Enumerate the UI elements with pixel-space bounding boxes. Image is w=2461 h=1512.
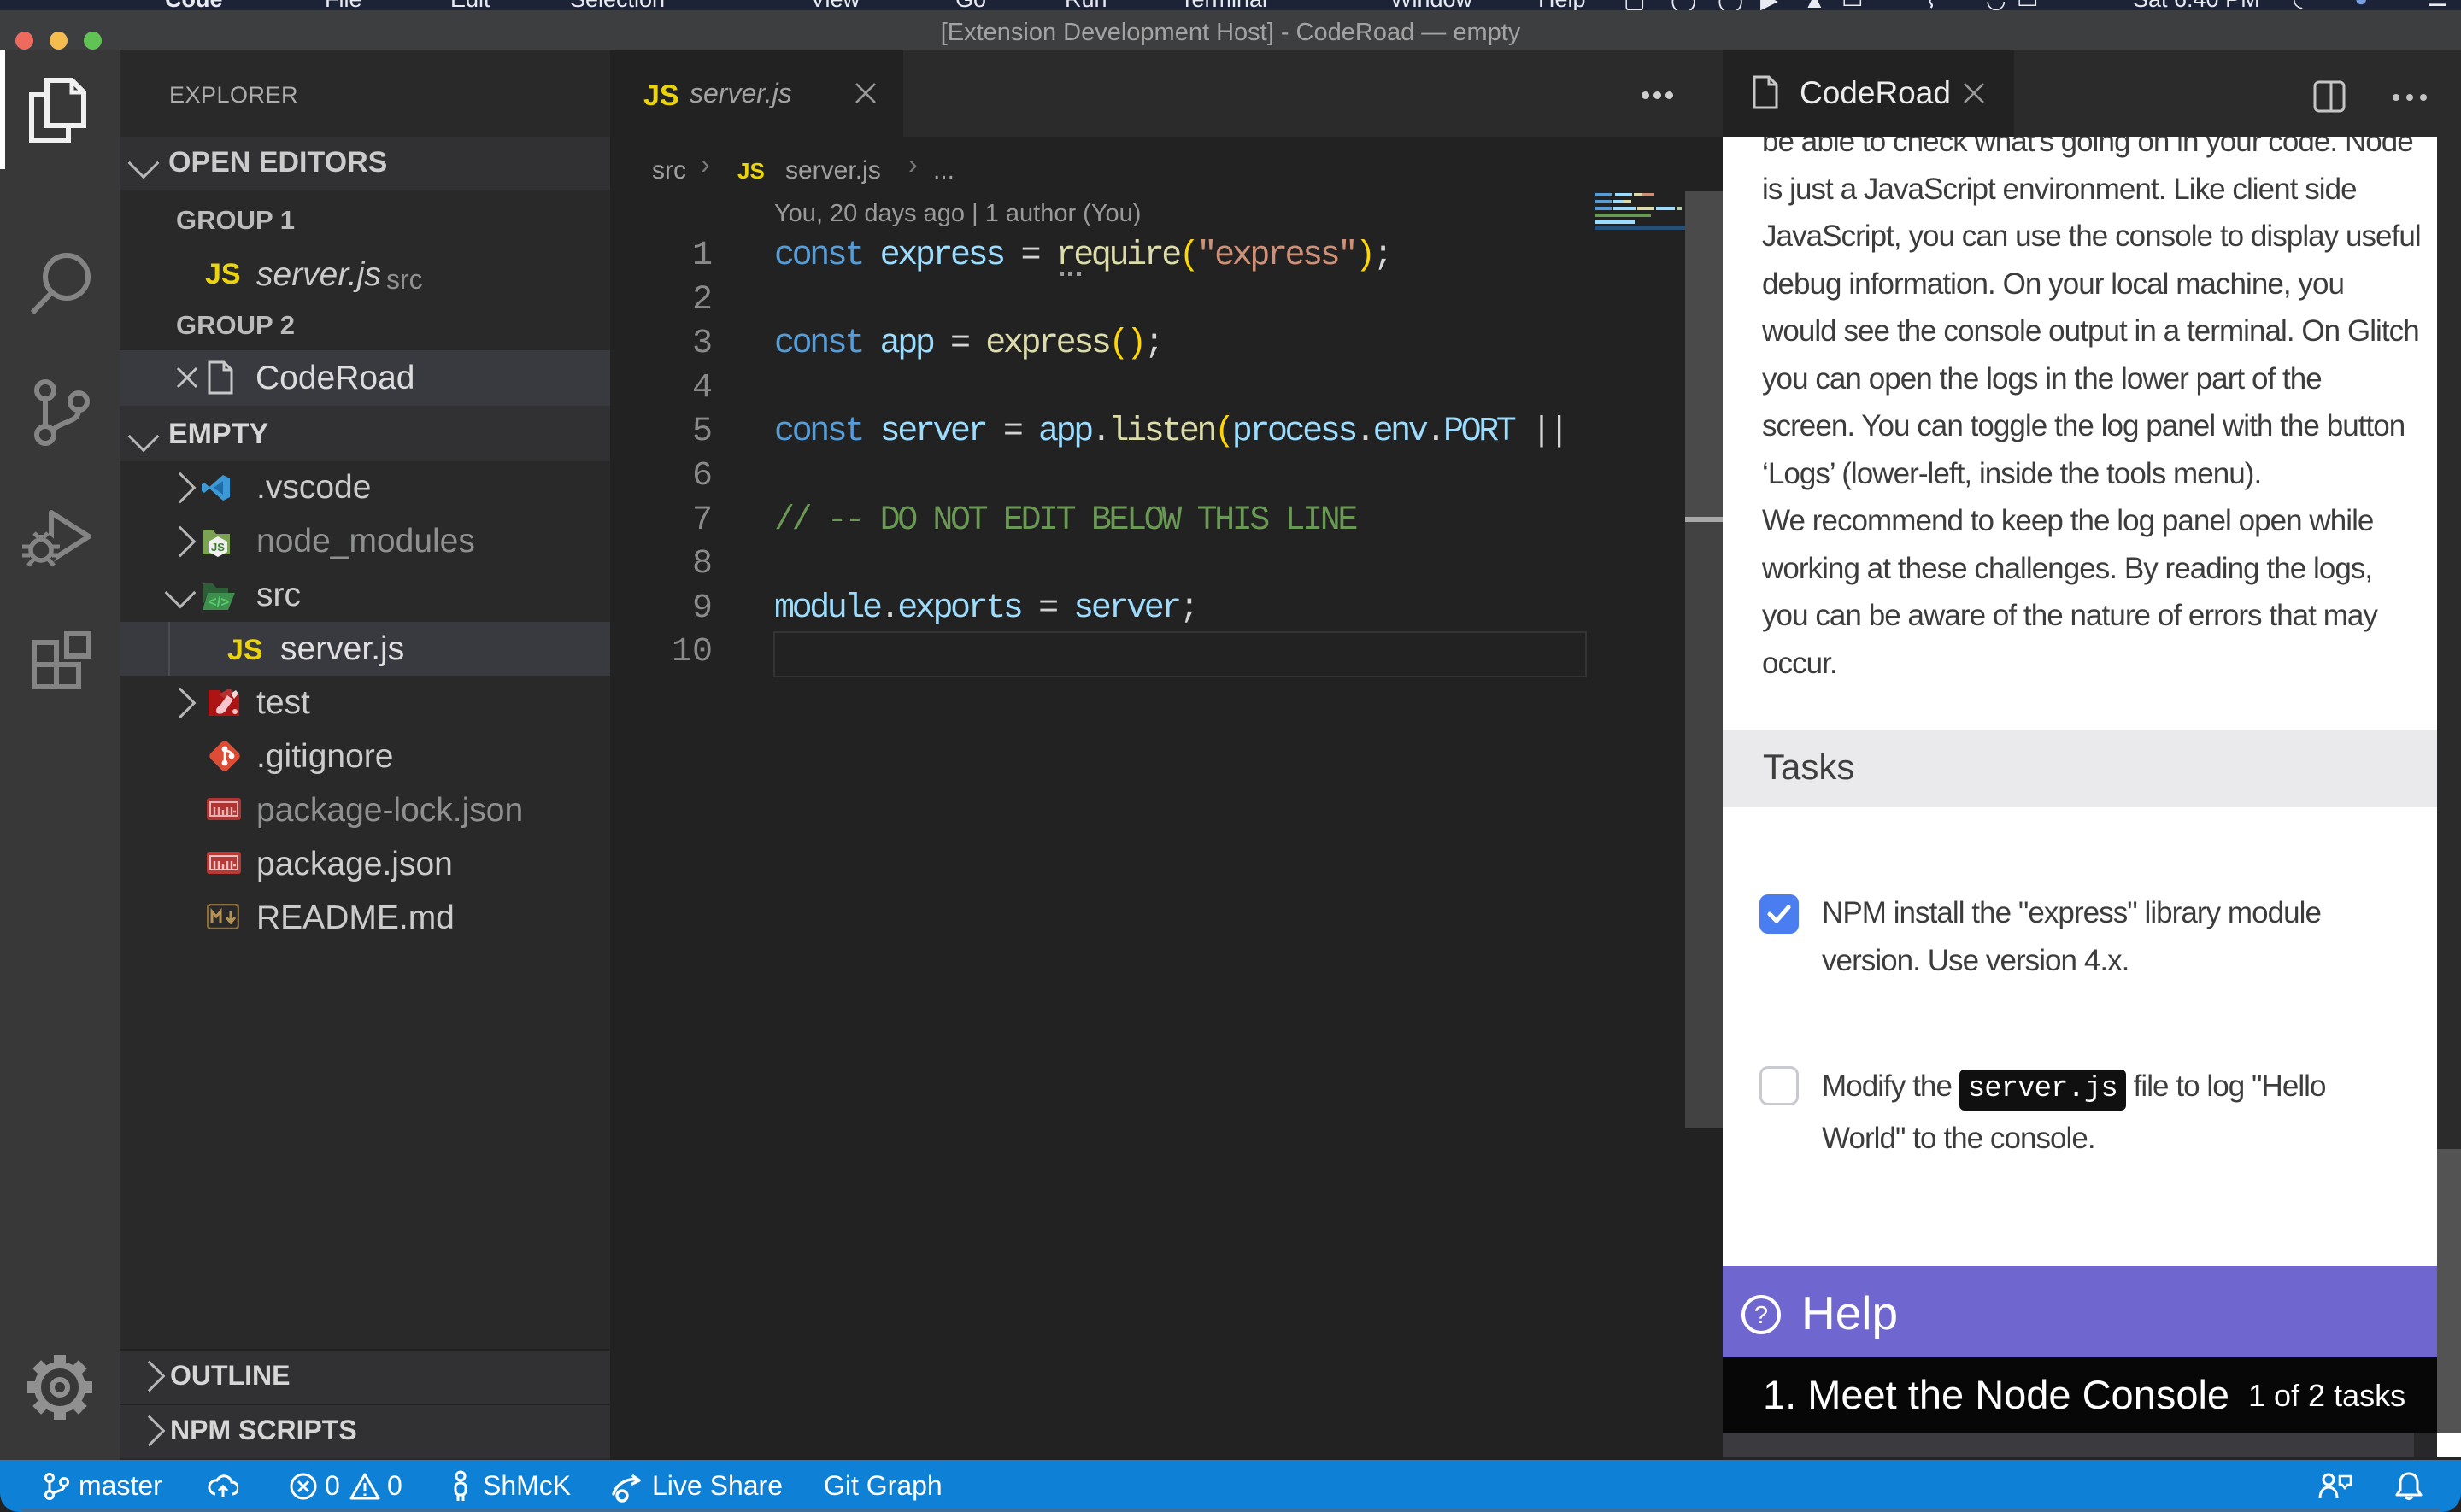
svg-text:?: ? bbox=[1754, 1302, 1768, 1329]
svg-text:JS: JS bbox=[211, 541, 225, 554]
svg-text:</>: </> bbox=[209, 594, 230, 610]
